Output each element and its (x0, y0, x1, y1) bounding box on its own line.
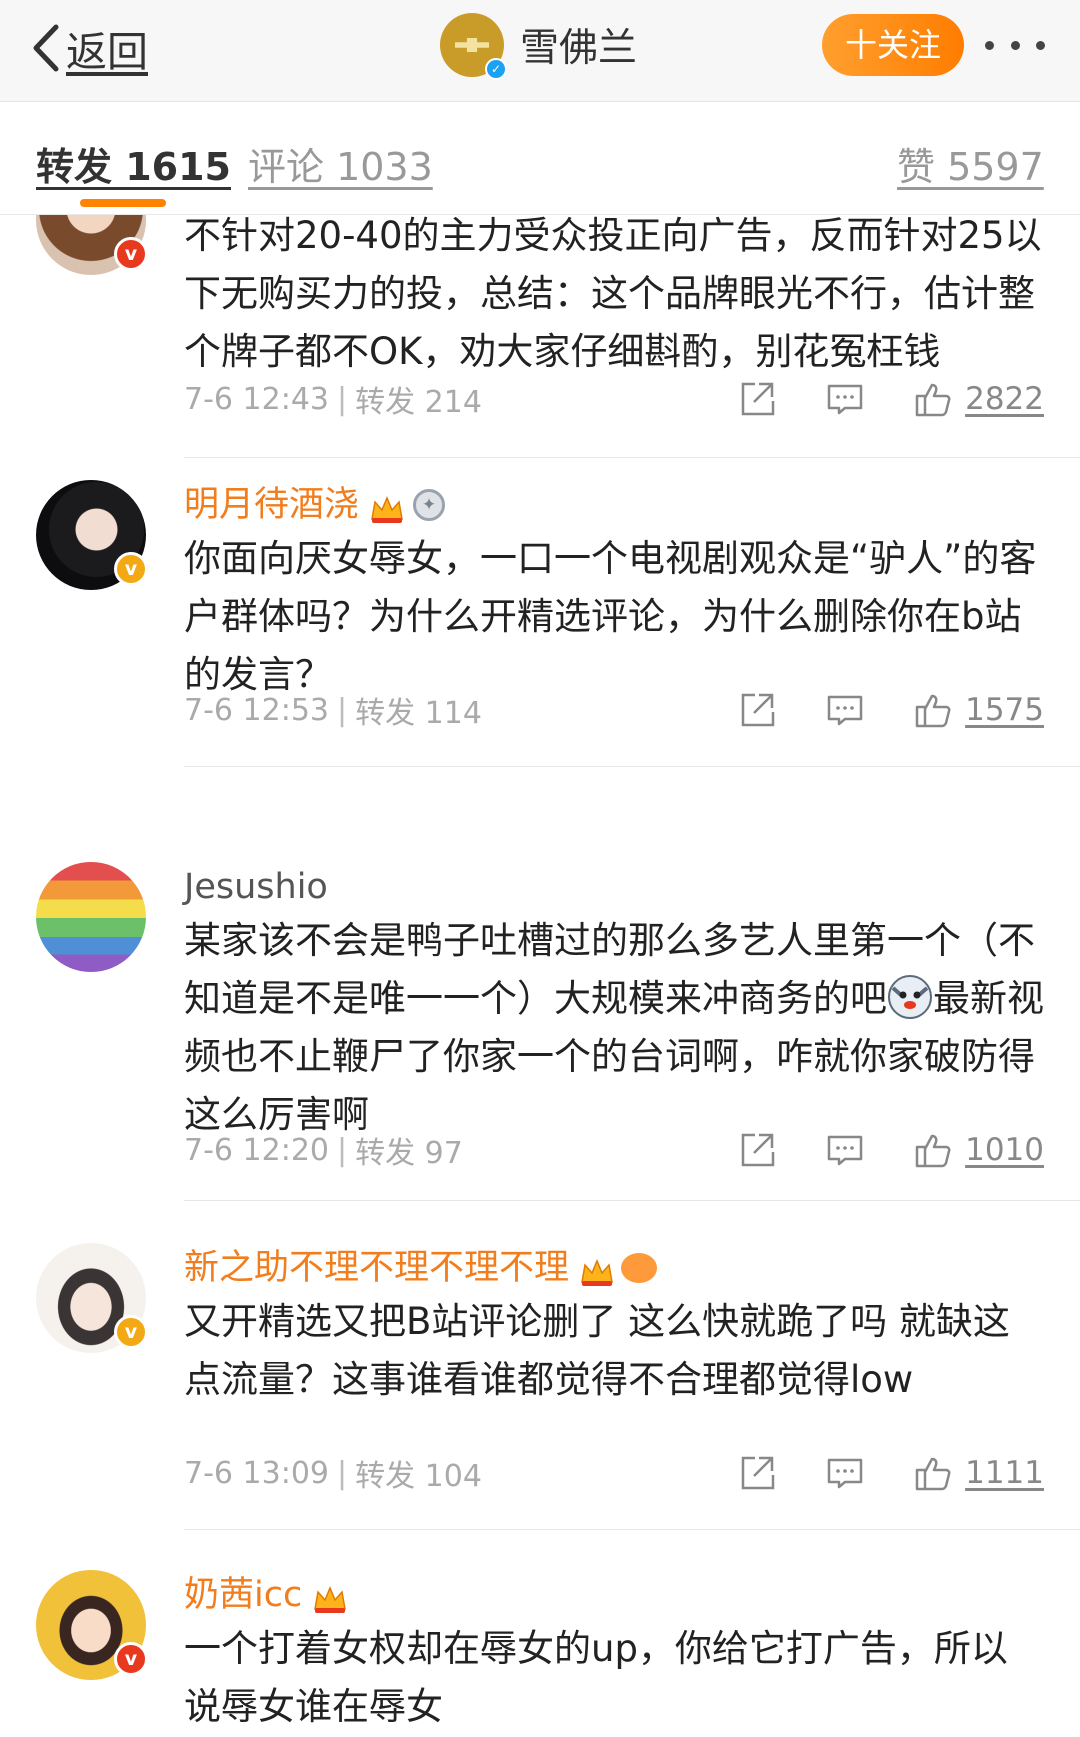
back-label: 返回 (66, 28, 148, 76)
comment-text: 不针对20-40的主力受众投正向广告，反而针对25以下无购买力的投，总结：这个品… (184, 215, 1042, 373)
crown-badge-icon (369, 489, 405, 523)
username-row: Jesushio (184, 862, 1044, 912)
share-icon[interactable] (737, 1453, 777, 1493)
crown-badge-icon (579, 1252, 615, 1286)
username-row: 奶茜icc (184, 1570, 1044, 1620)
bowtie-icon (455, 38, 489, 52)
verified-icon: v (114, 552, 148, 586)
chevron-left-icon (33, 24, 59, 72)
more-dot-icon (1010, 40, 1020, 50)
comment-icon[interactable] (825, 690, 865, 730)
share-icon[interactable] (737, 690, 777, 730)
action-bar: 1111 (737, 1449, 1044, 1497)
comment-icon[interactable] (825, 1453, 865, 1493)
more-options-button[interactable] (985, 28, 1045, 62)
repost-count: 转发 104 (355, 1459, 482, 1494)
repost-count: 转发 214 (355, 385, 482, 420)
chevrolet-logo-avatar[interactable]: ✓ (440, 13, 507, 80)
comment-text: 你面向厌女辱女，一口一个电视剧观众是“驴人”的客户群体吗？为什么开精选评论，为什… (184, 537, 1037, 696)
avatar[interactable]: v (36, 1570, 148, 1680)
avatar[interactable] (36, 862, 146, 972)
top-nav-bar: 返回 ✓ 雪佛兰 十关注 (0, 0, 1080, 102)
tab-bar: 转发 1615 评论 1033 赞 5597 (0, 103, 1080, 215)
divider (184, 457, 1080, 458)
timestamp: 7-6 12:53 (184, 692, 329, 728)
username[interactable]: 明月待酒浇 (184, 480, 359, 530)
avatar[interactable]: v (36, 215, 148, 275)
action-bar: 2822 (737, 375, 1044, 423)
back-button[interactable]: 返回 (28, 18, 148, 78)
comment-text: 某家该不会是鸭子吐槽过的那么多艺人里第一个（不知道是不是唯一一个）大规模来冲商务… (184, 912, 1044, 1144)
share-icon[interactable] (737, 379, 777, 419)
more-dot-icon (985, 40, 994, 50)
repost-feed[interactable]: v 不针对20-40的主力受众投正向广告，反而针对25以下无购买力的投，总结：这… (0, 215, 1080, 1737)
verified-icon: v (114, 1642, 148, 1676)
avatar[interactable]: v (36, 480, 148, 590)
like-count[interactable]: 1575 (965, 692, 1044, 728)
action-bar: 1010 (737, 1126, 1044, 1174)
avatar[interactable]: v (36, 1243, 148, 1353)
repost-count: 转发 114 (355, 696, 482, 731)
thumbs-up-icon[interactable] (913, 1130, 953, 1170)
meta-separator: | (337, 1132, 348, 1168)
tab-comments[interactable]: 评论 1033 (248, 136, 433, 191)
verified-icon: v (114, 1315, 148, 1349)
follow-button[interactable]: 十关注 (822, 14, 964, 76)
account-name[interactable]: 雪佛兰 (520, 17, 637, 73)
like-count[interactable]: 2822 (965, 381, 1044, 417)
account-header[interactable]: ✓ 雪佛兰 (440, 13, 637, 80)
more-dot-icon (1036, 40, 1045, 50)
meta-separator: | (337, 1455, 348, 1491)
husky-emoji-icon (888, 975, 932, 1019)
repost-count: 转发 97 (355, 1136, 463, 1171)
tab-likes[interactable]: 赞 5597 (897, 136, 1044, 191)
medal-badge-icon: ✦ (413, 489, 446, 521)
like-count[interactable]: 1010 (965, 1132, 1044, 1168)
like-count[interactable]: 1111 (965, 1455, 1044, 1491)
comment-text: 又开精选又把B站评论删了 这么快就跪了吗 就缺这点流量？这事谁看谁都觉得不合理都… (184, 1300, 1010, 1401)
verified-icon: ✓ (485, 58, 507, 80)
comment-text: 一个打着女权却在辱女的up，你给它打广告，所以说辱女谁在辱女 (184, 1627, 1008, 1728)
meta-separator: | (337, 692, 348, 728)
divider (184, 766, 1080, 767)
comment-icon[interactable] (825, 379, 865, 419)
active-tab-indicator (80, 199, 166, 207)
username[interactable]: 奶茜icc (184, 1570, 302, 1620)
meta-separator: | (337, 381, 348, 417)
divider (184, 1200, 1080, 1201)
timestamp: 7-6 12:43 (184, 381, 329, 417)
thumbs-up-icon[interactable] (913, 690, 953, 730)
thumbs-up-icon[interactable] (913, 379, 953, 419)
timestamp: 7-6 12:20 (184, 1132, 329, 1168)
username[interactable]: 新之助不理不理不理不理 (184, 1243, 569, 1293)
action-bar: 1575 (737, 686, 1044, 734)
divider (184, 1529, 1080, 1530)
comment-icon[interactable] (825, 1130, 865, 1170)
tab-reposts[interactable]: 转发 1615 (36, 136, 231, 191)
username-row: 新之助不理不理不理不理 (184, 1243, 1044, 1293)
crown-badge-icon (312, 1579, 348, 1613)
verified-icon: v (114, 237, 148, 271)
thumbs-up-icon[interactable] (913, 1453, 953, 1493)
share-icon[interactable] (737, 1130, 777, 1170)
pufferfish-badge-icon (621, 1253, 658, 1283)
username[interactable]: Jesushio (184, 862, 328, 912)
username-row: 明月待酒浇 ✦ (184, 480, 1044, 530)
timestamp: 7-6 13:09 (184, 1455, 329, 1491)
